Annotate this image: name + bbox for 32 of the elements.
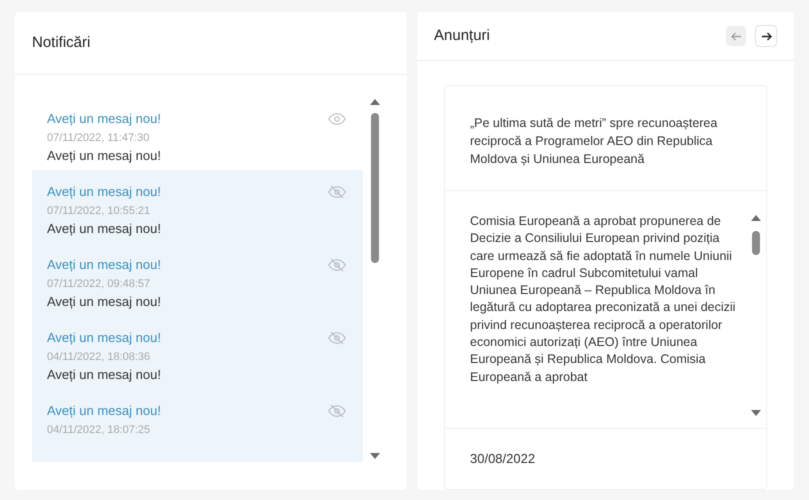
notification-item[interactable]: Aveți un mesaj nou! 04/11/2022, 18:08:36 Aveți un mesaj nou! bbox=[32, 316, 363, 389]
eye-icon[interactable] bbox=[328, 112, 346, 126]
notification-message: Aveți un mesaj nou! bbox=[47, 294, 162, 310]
notification-title: Aveți un mesaj nou! bbox=[47, 403, 162, 419]
eye-off-icon[interactable] bbox=[328, 331, 346, 345]
announcement-headline: „Pe ultima sută de metri” spre recunoașterea reciprocă a Programelor AEO din Republica Moldova și Uniunea Europeană bbox=[470, 115, 718, 168]
notification-title: Aveți un mesaj nou! bbox=[47, 111, 162, 127]
arrow-right-icon bbox=[760, 32, 772, 40]
scrollbar[interactable] bbox=[369, 97, 381, 461]
notification-time: 07/11/2022, 11:47:30 bbox=[47, 131, 150, 145]
announcement-date: 30/08/2022 bbox=[470, 451, 536, 466]
notification-message: Aveți un mesaj nou! bbox=[47, 367, 162, 383]
notification-time: 07/11/2022, 10:55:21 bbox=[47, 204, 152, 218]
scrollbar[interactable] bbox=[750, 213, 762, 418]
eye-off-icon[interactable] bbox=[328, 258, 346, 272]
notification-item[interactable]: Aveți un mesaj nou! 07/11/2022, 10:55:21 Aveți un mesaj nou! bbox=[32, 170, 363, 243]
eye-off-icon[interactable] bbox=[328, 404, 346, 418]
notification-time: 04/11/2022, 18:07:25 bbox=[47, 423, 152, 437]
panel-title: Anunțuri bbox=[434, 26, 491, 46]
notification-title: Aveți un mesaj nou! bbox=[47, 257, 162, 273]
announcement-text: Comisia Europeană a aprobat propunerea de Decizie a Consiliului European privind poziția care urmează să fie adoptată în numele Uniunii Europene în cadrul Subcomitetului vamal Uniunea Europeană – Republica Moldova în legătură cu adoptarea preconizată a unei decizii privind recunoașterea reciprocă a operatorilor economici autorizați (AEO) între Uniunea Europeană și Republica Moldova. Comisia Europeană a aprobat bbox=[470, 213, 736, 386]
panel-title: Notificări bbox=[32, 32, 90, 53]
notification-time: 07/11/2022, 09:48:57 bbox=[47, 277, 152, 291]
notification-message: Aveți un mesaj nou! bbox=[47, 221, 162, 237]
next-button[interactable] bbox=[755, 25, 777, 47]
notification-title: Aveți un mesaj nou! bbox=[47, 184, 162, 200]
eye-off-icon[interactable] bbox=[328, 185, 346, 199]
arrow-left-icon bbox=[730, 32, 742, 40]
notification-message: Aveți un mesaj nou! bbox=[47, 148, 162, 164]
notification-item[interactable]: Aveți un mesaj nou! 07/11/2022, 09:48:57 Aveți un mesaj nou! bbox=[32, 243, 363, 316]
notification-time: 04/11/2022, 18:08:36 bbox=[47, 350, 152, 364]
notification-title: Aveți un mesaj nou! bbox=[47, 330, 162, 346]
